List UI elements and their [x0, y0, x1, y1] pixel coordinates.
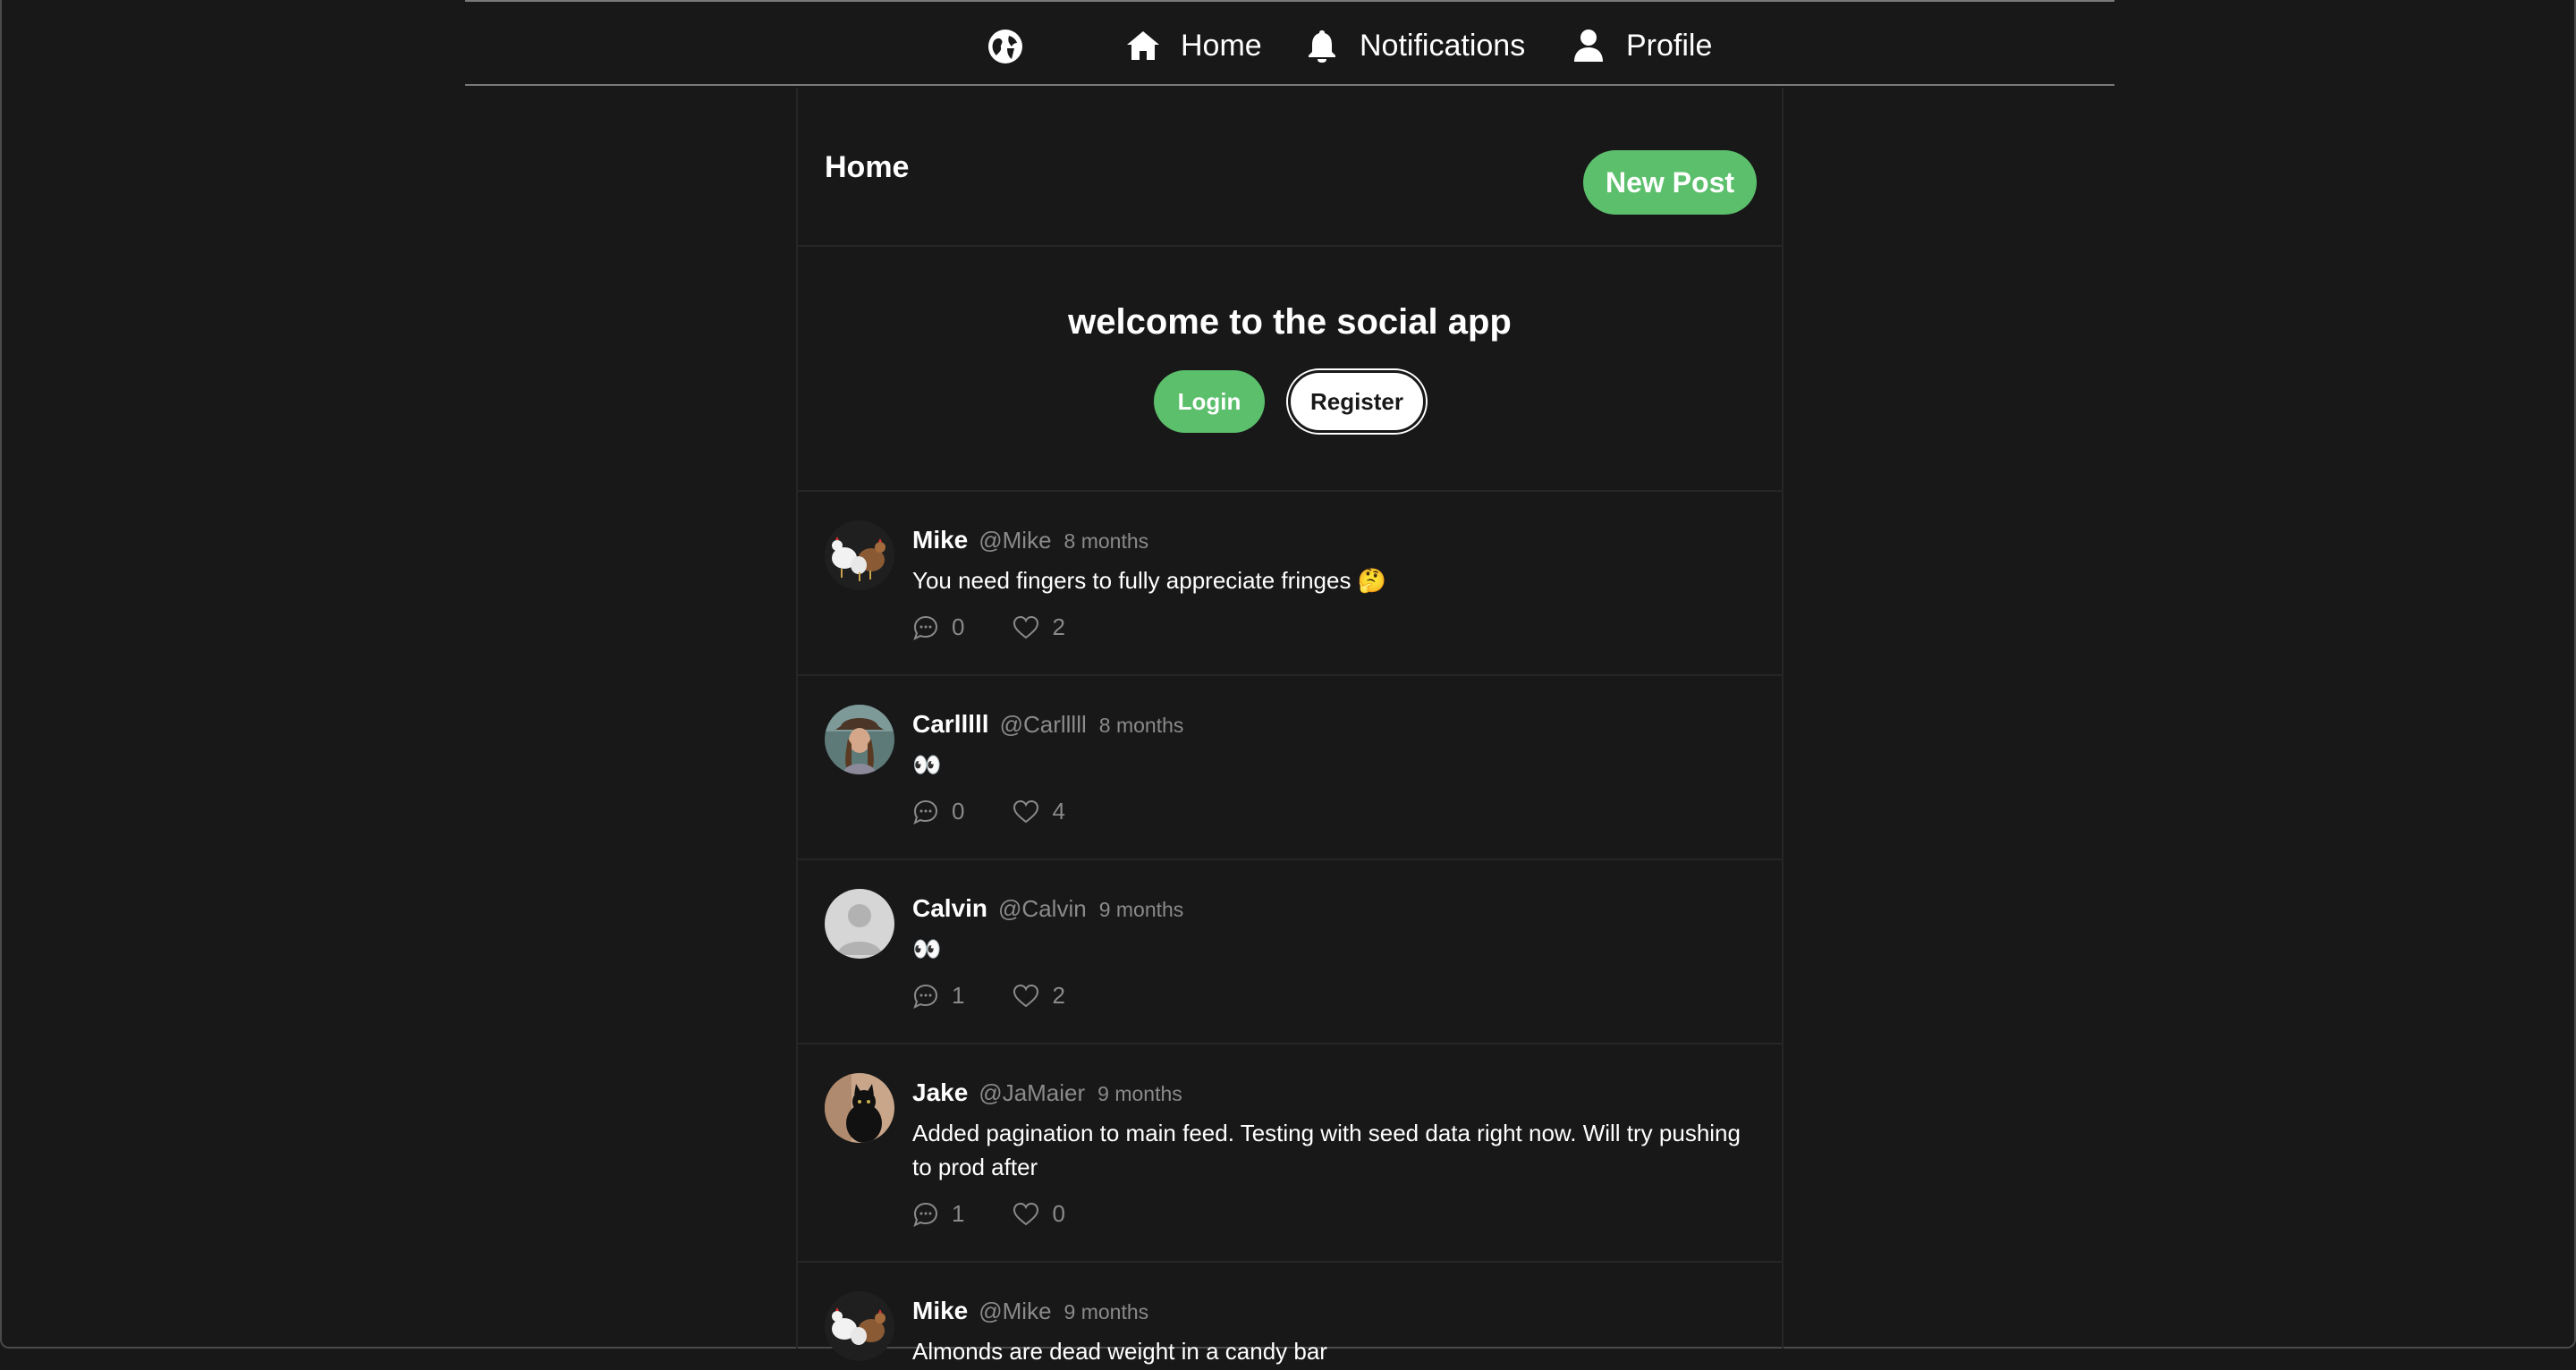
post-text: Almonds are dead weight in a candy bar [912, 1338, 1327, 1365]
like-count: 0 [1052, 1200, 1065, 1227]
like-button[interactable]: 2 [1013, 613, 1065, 641]
post-author-name[interactable]: Mike [912, 526, 968, 554]
post-author-handle[interactable]: @Mike [979, 1298, 1051, 1325]
comment-count: 0 [952, 798, 965, 825]
post-text: You need fingers to fully appreciate fri… [912, 567, 1387, 594]
post-actions: 1 2 [912, 982, 1065, 1010]
post-actions: 0 4 [912, 798, 1065, 825]
post-header: Calvin @Calvin 9 months [912, 894, 1183, 923]
post-timestamp: 9 months [1097, 1082, 1182, 1105]
nav-home-label: Home [1181, 28, 1262, 63]
like-count: 2 [1052, 613, 1065, 640]
comment-button[interactable]: 0 [912, 798, 964, 825]
post-author-name[interactable]: Calvin [912, 894, 987, 923]
nav-profile[interactable]: Profile [1571, 23, 1712, 68]
post-author-handle[interactable]: @Calvin [998, 895, 1087, 923]
comment-button[interactable]: 1 [912, 1200, 964, 1228]
heart-icon [1013, 1202, 1039, 1225]
post-header: Mike @Mike 8 months [912, 526, 1148, 554]
bell-icon [1309, 30, 1335, 63]
post-author-handle[interactable]: @Mike [979, 527, 1051, 554]
feed-header: Home New Post [798, 88, 1782, 247]
comment-button[interactable]: 1 [912, 982, 964, 1010]
like-count: 2 [1052, 982, 1065, 1009]
login-button[interactable]: Login [1154, 370, 1265, 433]
nav-notifications[interactable]: Notifications [1304, 23, 1525, 68]
comment-count: 1 [952, 1200, 965, 1227]
top-navbar: Home Notifications Profile [465, 0, 2114, 86]
chickens-avatar[interactable] [825, 1291, 894, 1361]
like-button[interactable]: 2 [1013, 982, 1065, 1010]
cat-avatar[interactable] [825, 1073, 894, 1143]
post-actions: 1 0 [912, 1200, 1065, 1228]
post-item[interactable]: Carlllll @Carlllll 8 months 👀 0 4 [798, 676, 1782, 860]
post-timestamp: 9 months [1063, 1300, 1149, 1323]
post-author-name[interactable]: Mike [912, 1297, 968, 1325]
post-timestamp: 8 months [1098, 714, 1184, 737]
main-feed-column: Home New Post welcome to the social app … [796, 88, 1784, 1365]
post-item[interactable]: Mike @Mike 8 months You need fingers to … [798, 492, 1782, 676]
post-header: Carlllll @Carlllll 8 months [912, 710, 1183, 739]
like-count: 4 [1052, 798, 1065, 825]
person-avatar[interactable] [825, 705, 894, 774]
heart-icon [1013, 984, 1039, 1007]
nav-notifications-label: Notifications [1360, 28, 1526, 63]
page-title: Home [825, 150, 910, 184]
post-timestamp: 9 months [1098, 898, 1184, 921]
comment-icon [913, 615, 938, 640]
post-text: 👀 [912, 751, 941, 778]
app-window: Home Notifications Profile Home New Post… [0, 0, 2576, 1365]
default-avatar[interactable] [825, 889, 894, 959]
post-item[interactable]: Calvin @Calvin 9 months 👀 1 2 [798, 860, 1782, 1044]
chickens-avatar[interactable] [825, 520, 894, 590]
post-item[interactable]: Mike @Mike 9 months Almonds are dead wei… [798, 1263, 1782, 1370]
heart-icon [1013, 799, 1039, 823]
new-post-button[interactable]: New Post [1583, 150, 1757, 215]
comment-button[interactable]: 0 [912, 613, 964, 641]
post-timestamp: 8 months [1063, 529, 1149, 553]
post-author-handle[interactable]: @Carlllll [1000, 711, 1087, 739]
comment-icon [913, 799, 938, 825]
home-icon [1127, 31, 1159, 60]
nav-home[interactable]: Home [1125, 23, 1262, 68]
like-button[interactable]: 4 [1013, 798, 1065, 825]
post-header: Jake @JaMaier 9 months [912, 1078, 1182, 1107]
register-button[interactable]: Register [1288, 370, 1426, 433]
heart-icon [1013, 615, 1039, 638]
logo-icon[interactable] [987, 29, 1023, 64]
welcome-panel: welcome to the social app Login Register [798, 247, 1782, 492]
comment-count: 0 [952, 613, 965, 640]
comment-icon [913, 984, 938, 1009]
user-icon [1574, 30, 1603, 62]
post-author-handle[interactable]: @JaMaier [979, 1079, 1085, 1107]
post-text: 👀 [912, 935, 941, 962]
post-item[interactable]: Jake @JaMaier 9 months Added pagination … [798, 1044, 1782, 1263]
post-text: Added pagination to main feed. Testing w… [912, 1120, 1741, 1180]
like-button[interactable]: 0 [1013, 1200, 1065, 1228]
post-header: Mike @Mike 9 months [912, 1297, 1148, 1325]
post-actions: 0 2 [912, 613, 1065, 641]
comment-icon [913, 1202, 938, 1227]
comment-count: 1 [952, 982, 965, 1009]
post-author-name[interactable]: Jake [912, 1078, 968, 1107]
nav-profile-label: Profile [1626, 28, 1713, 63]
post-author-name[interactable]: Carlllll [912, 710, 989, 739]
welcome-title: welcome to the social app [1068, 302, 1512, 342]
